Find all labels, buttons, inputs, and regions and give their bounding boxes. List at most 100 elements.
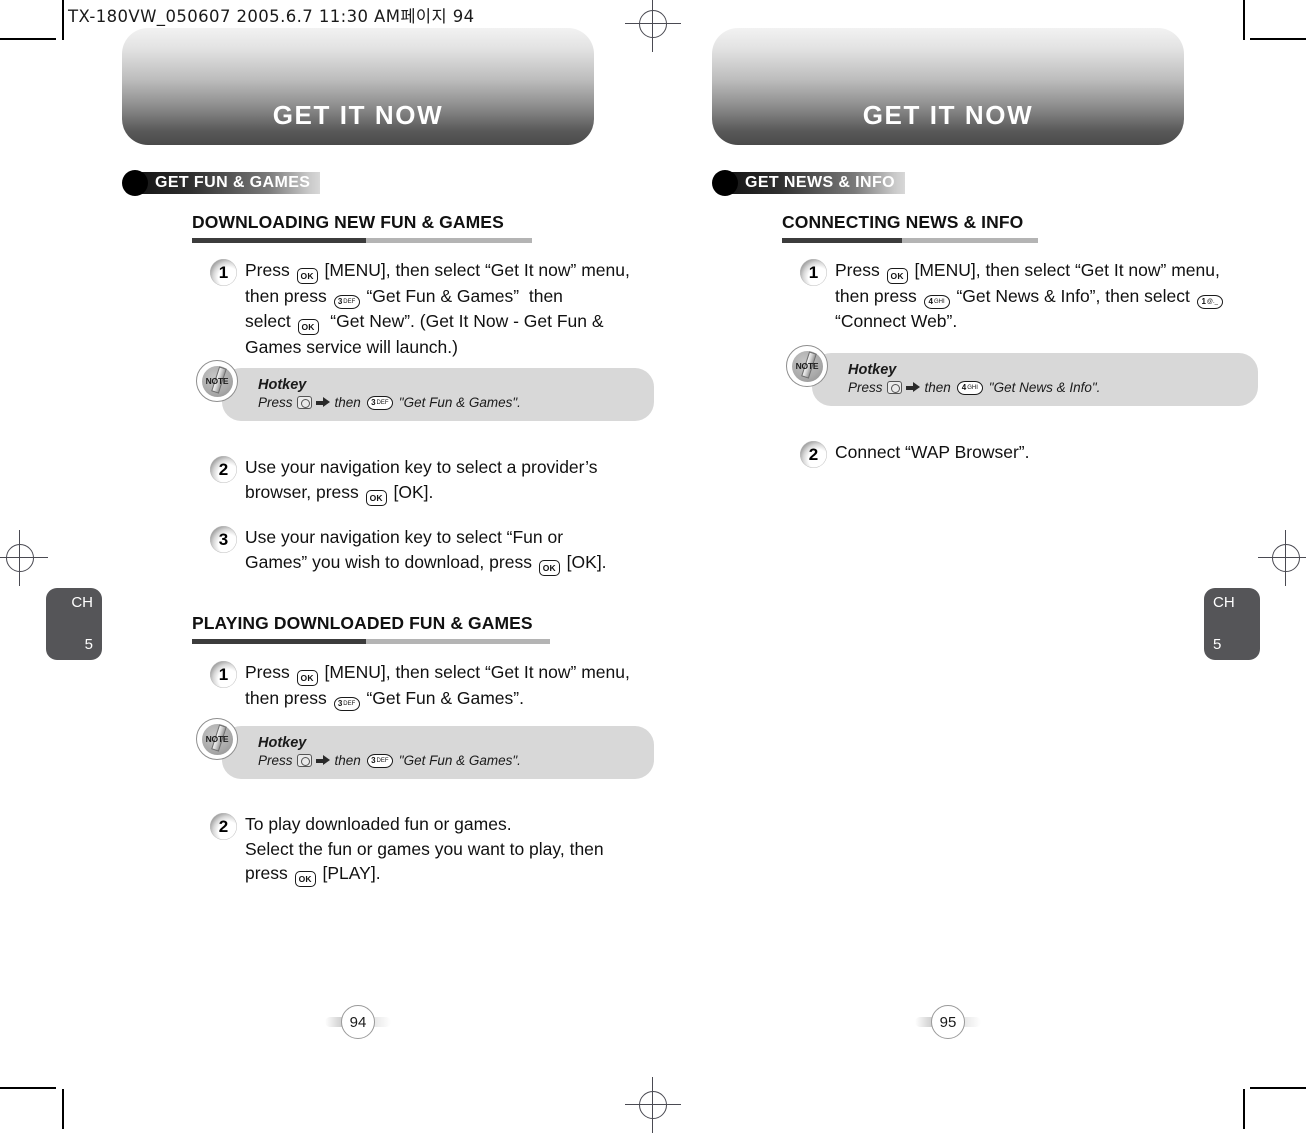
arrow-right-icon bbox=[905, 382, 921, 393]
note-badge-label: NOTE bbox=[205, 376, 229, 386]
chapter-letters: CH bbox=[71, 594, 93, 611]
step-item: 2 To play downloaded fun or games. Select… bbox=[210, 812, 670, 887]
number-key-3-icon: 3DEF bbox=[366, 753, 393, 768]
note-title: Hotkey bbox=[848, 362, 897, 378]
note-badge-label: NOTE bbox=[795, 361, 819, 371]
note-then-label: then bbox=[334, 753, 361, 768]
step-text: Press OK [MENU], then select “Get It now… bbox=[245, 660, 630, 711]
note-title: Hotkey bbox=[258, 735, 307, 751]
navigation-key-icon bbox=[886, 381, 902, 394]
chapter-letters: CH bbox=[1213, 594, 1235, 611]
badge-label: GET FUN & GAMES bbox=[155, 174, 311, 191]
step-item: 1 Press OK [MENU], then select “Get It n… bbox=[210, 258, 670, 360]
chapter-tab-left: CH 5 bbox=[46, 588, 102, 660]
note-target-label: "Get News & Info". bbox=[988, 380, 1101, 395]
step-number: 2 bbox=[210, 813, 237, 840]
page-number-left: 94 bbox=[325, 1004, 391, 1040]
ok-key-icon: OK bbox=[365, 489, 387, 506]
chapter-number: 5 bbox=[84, 636, 93, 653]
badge-dot-icon bbox=[122, 170, 148, 196]
number-key-4-icon: 4GHI bbox=[956, 380, 983, 395]
subheading-rule bbox=[192, 639, 550, 644]
section-badge-get-news-and-info: GET NEWS & INFO bbox=[712, 170, 905, 196]
ok-key-icon: OK bbox=[294, 871, 316, 887]
number-key-3-icon: 3DEF bbox=[366, 395, 393, 410]
page-number-right: 95 bbox=[915, 1004, 981, 1040]
note-badge: NOTE bbox=[196, 718, 238, 760]
navigation-key-icon bbox=[296, 396, 312, 409]
note-line: Press then 4GHI "Get News & Info". bbox=[848, 380, 1240, 395]
note-press-label: Press bbox=[848, 380, 883, 395]
note-box: Hotkey Press then 4GHI "Get News & Info"… bbox=[812, 353, 1258, 406]
page-banner-left: GET IT NOW bbox=[122, 28, 594, 145]
note-target-label: "Get Fun & Games". bbox=[398, 395, 521, 410]
step-text: Press OK [MENU], then select “Get It now… bbox=[245, 260, 630, 357]
note-line: Press then 3DEF "Get Fun & Games". bbox=[258, 395, 636, 410]
step-item: 2 Connect “WAP Browser”. bbox=[800, 440, 1260, 468]
note-then-label: then bbox=[924, 380, 951, 395]
arrow-right-icon bbox=[315, 755, 331, 766]
badge-bar: GET FUN & GAMES bbox=[137, 172, 321, 194]
crop-mark-bottom-right-horizontal bbox=[1250, 1087, 1306, 1089]
ok-key-icon: OK bbox=[538, 559, 560, 576]
ok-key-icon: OK bbox=[296, 670, 318, 686]
badge-bar: GET NEWS & INFO bbox=[727, 172, 905, 194]
step-text: Press OK [MENU], then select “Get It now… bbox=[835, 258, 1225, 334]
subheading-rule bbox=[782, 238, 1038, 243]
page-number-value: 95 bbox=[931, 1005, 965, 1039]
crop-mark-bottom-left-horizontal bbox=[0, 1087, 56, 1089]
subheading-text: CONNECTING NEWS & INFO bbox=[782, 212, 1024, 232]
step-item: 1 Press OK [MENU], then select “Get It n… bbox=[800, 258, 1260, 334]
registration-mark-left bbox=[0, 530, 48, 586]
right-page: GET IT NOW GET NEWS & INFO CONNECTING NE… bbox=[650, 0, 1258, 1129]
note-badge-label: NOTE bbox=[205, 734, 229, 744]
note-press-label: Press bbox=[258, 395, 293, 410]
step-text: Use your navigation key to select “Fun o… bbox=[245, 525, 607, 576]
arrow-right-icon bbox=[315, 397, 331, 408]
subheading-playing-downloaded-fun-and-games: PLAYING DOWNLOADED FUN & GAMES bbox=[192, 613, 550, 644]
step-number: 2 bbox=[210, 456, 237, 483]
number-key-3-icon: 3DEF bbox=[333, 697, 360, 711]
subheading-connecting-news-and-info: CONNECTING NEWS & INFO bbox=[782, 212, 1038, 243]
number-key-3-icon: 3DEF bbox=[333, 295, 360, 309]
step-text: Use your navigation key to select a prov… bbox=[245, 455, 597, 506]
number-key-4-icon: 4GHI bbox=[923, 295, 950, 309]
page-title: GET IT NOW bbox=[862, 100, 1034, 130]
step-text: Connect “WAP Browser”. bbox=[835, 442, 1030, 462]
note-target-label: "Get Fun & Games". bbox=[398, 753, 521, 768]
note-badge: NOTE bbox=[196, 360, 238, 402]
step-number: 1 bbox=[210, 259, 237, 286]
crop-mark-bottom-right-vertical bbox=[1243, 1089, 1245, 1129]
step-number: 2 bbox=[800, 441, 827, 468]
note-badge: NOTE bbox=[786, 345, 828, 387]
ok-key-icon: OK bbox=[297, 319, 319, 335]
page-banner-right: GET IT NOW bbox=[712, 28, 1184, 145]
badge-dot-icon bbox=[712, 170, 738, 196]
step-number: 3 bbox=[210, 526, 237, 553]
ok-key-icon: OK bbox=[886, 268, 908, 284]
page-title: GET IT NOW bbox=[272, 100, 444, 130]
note-box: Hotkey Press then 3DEF "Get Fun & Games"… bbox=[222, 726, 654, 779]
chapter-number: 5 bbox=[1213, 636, 1222, 653]
step-item: 2 Use your navigation key to select a pr… bbox=[210, 455, 670, 506]
step-item: 1 Press OK [MENU], then select “Get It n… bbox=[210, 660, 670, 711]
note-box: Hotkey Press then 3DEF "Get Fun & Games"… bbox=[222, 368, 654, 421]
step-item: 3 Use your navigation key to select “Fun… bbox=[210, 525, 670, 576]
registration-mark-right bbox=[1258, 530, 1306, 586]
note-pencil-icon: NOTE bbox=[201, 723, 233, 755]
note-line: Press then 3DEF "Get Fun & Games". bbox=[258, 753, 636, 768]
note-press-label: Press bbox=[258, 753, 293, 768]
navigation-key-icon bbox=[296, 754, 312, 767]
subheading-rule bbox=[192, 238, 532, 243]
note-pencil-icon: NOTE bbox=[791, 350, 823, 382]
step-number: 1 bbox=[210, 661, 237, 688]
badge-label: GET NEWS & INFO bbox=[745, 174, 895, 191]
left-page: GET IT NOW GET FUN & GAMES DOWNLOADING N… bbox=[60, 0, 654, 1129]
note-pencil-icon: NOTE bbox=[201, 365, 233, 397]
note-then-label: then bbox=[334, 395, 361, 410]
step-text: To play downloaded fun or games. Select t… bbox=[245, 812, 604, 887]
step-number: 1 bbox=[800, 259, 827, 286]
crop-mark-top-right-vertical bbox=[1243, 0, 1245, 40]
section-badge-get-fun-and-games: GET FUN & GAMES bbox=[122, 170, 321, 196]
ok-key-icon: OK bbox=[296, 268, 318, 284]
